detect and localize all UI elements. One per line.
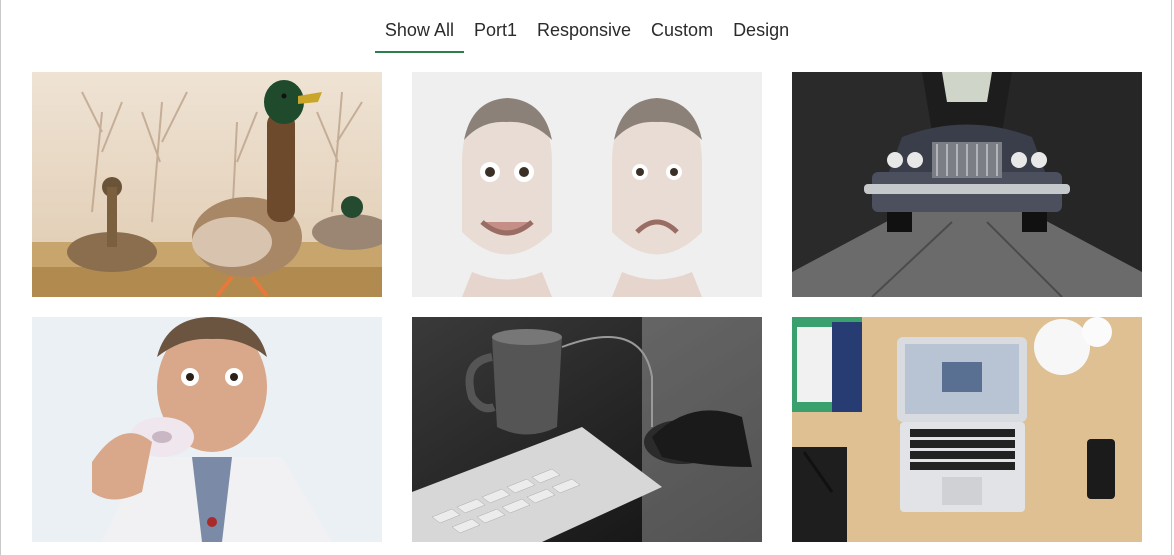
filter-design[interactable]: Design [723, 14, 799, 53]
donut-man-photo [32, 317, 382, 542]
gallery-item-donut-man[interactable] [32, 317, 382, 542]
portfolio-gallery [32, 72, 1142, 542]
faces-photo [412, 72, 762, 297]
car-photo [792, 72, 1142, 297]
desk-keyboard-photo [412, 317, 762, 542]
filter-custom[interactable]: Custom [641, 14, 723, 53]
filter-show-all[interactable]: Show All [374, 14, 465, 53]
portfolio-filter-nav: Show All Port1 Responsive Custom Design [0, 14, 1174, 53]
laptop-desk-photo [792, 317, 1142, 542]
gallery-item-laptop[interactable] [792, 317, 1142, 542]
filter-responsive[interactable]: Responsive [527, 14, 641, 53]
gallery-item-car[interactable] [792, 72, 1142, 297]
gallery-item-ducks[interactable] [32, 72, 382, 297]
gallery-item-keyboard[interactable] [412, 317, 762, 542]
gallery-item-faces[interactable] [412, 72, 762, 297]
duck-photo [32, 72, 382, 297]
filter-port1[interactable]: Port1 [464, 14, 527, 53]
